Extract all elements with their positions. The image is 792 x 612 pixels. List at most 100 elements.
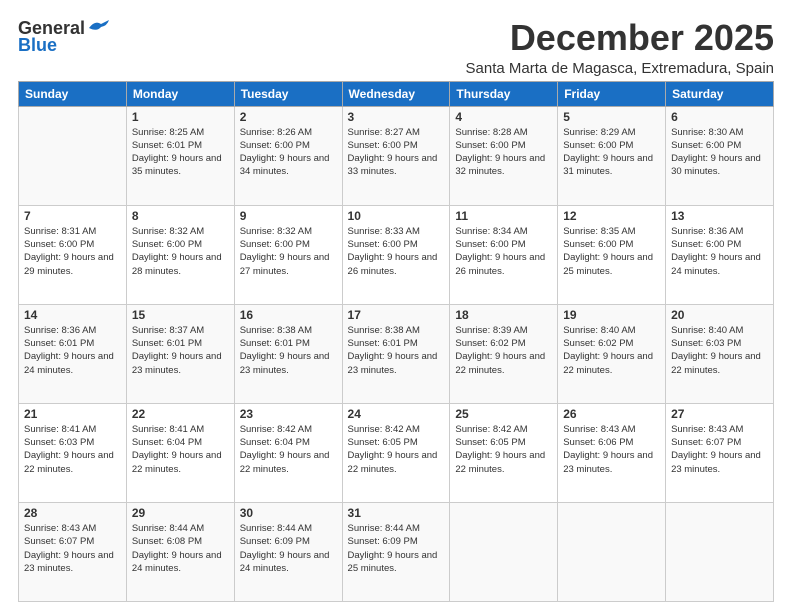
day-cell: 23 Sunrise: 8:42 AMSunset: 6:04 PMDaylig… bbox=[234, 403, 342, 502]
week-row-4: 28 Sunrise: 8:43 AMSunset: 6:07 PMDaylig… bbox=[19, 502, 774, 601]
logo: General Blue bbox=[18, 18, 109, 56]
day-cell: 18 Sunrise: 8:39 AMSunset: 6:02 PMDaylig… bbox=[450, 304, 558, 403]
day-info: Sunrise: 8:27 AMSunset: 6:00 PMDaylight:… bbox=[348, 127, 438, 178]
day-info: Sunrise: 8:38 AMSunset: 6:01 PMDaylight:… bbox=[348, 325, 438, 376]
day-info: Sunrise: 8:42 AMSunset: 6:05 PMDaylight:… bbox=[348, 424, 438, 475]
day-cell: 22 Sunrise: 8:41 AMSunset: 6:04 PMDaylig… bbox=[126, 403, 234, 502]
day-number: 28 bbox=[24, 506, 121, 520]
day-cell bbox=[666, 502, 774, 601]
day-number: 13 bbox=[671, 209, 768, 223]
day-info: Sunrise: 8:39 AMSunset: 6:02 PMDaylight:… bbox=[455, 325, 545, 376]
day-info: Sunrise: 8:43 AMSunset: 6:06 PMDaylight:… bbox=[563, 424, 653, 475]
day-info: Sunrise: 8:28 AMSunset: 6:00 PMDaylight:… bbox=[455, 127, 545, 178]
day-cell: 3 Sunrise: 8:27 AMSunset: 6:00 PMDayligh… bbox=[342, 106, 450, 205]
day-number: 26 bbox=[563, 407, 660, 421]
logo-bird-icon bbox=[87, 20, 109, 36]
header-row: Sunday Monday Tuesday Wednesday Thursday… bbox=[19, 81, 774, 106]
header-thursday: Thursday bbox=[450, 81, 558, 106]
day-number: 30 bbox=[240, 506, 337, 520]
logo-blue: Blue bbox=[18, 35, 57, 56]
day-number: 21 bbox=[24, 407, 121, 421]
day-number: 24 bbox=[348, 407, 445, 421]
day-cell: 15 Sunrise: 8:37 AMSunset: 6:01 PMDaylig… bbox=[126, 304, 234, 403]
day-info: Sunrise: 8:42 AMSunset: 6:05 PMDaylight:… bbox=[455, 424, 545, 475]
day-cell: 24 Sunrise: 8:42 AMSunset: 6:05 PMDaylig… bbox=[342, 403, 450, 502]
day-number: 23 bbox=[240, 407, 337, 421]
day-number: 11 bbox=[455, 209, 552, 223]
day-cell: 20 Sunrise: 8:40 AMSunset: 6:03 PMDaylig… bbox=[666, 304, 774, 403]
day-number: 18 bbox=[455, 308, 552, 322]
day-cell: 29 Sunrise: 8:44 AMSunset: 6:08 PMDaylig… bbox=[126, 502, 234, 601]
day-cell: 12 Sunrise: 8:35 AMSunset: 6:00 PMDaylig… bbox=[558, 205, 666, 304]
day-info: Sunrise: 8:30 AMSunset: 6:00 PMDaylight:… bbox=[671, 127, 761, 178]
day-info: Sunrise: 8:41 AMSunset: 6:04 PMDaylight:… bbox=[132, 424, 222, 475]
header-friday: Friday bbox=[558, 81, 666, 106]
day-number: 15 bbox=[132, 308, 229, 322]
day-number: 5 bbox=[563, 110, 660, 124]
week-row-2: 14 Sunrise: 8:36 AMSunset: 6:01 PMDaylig… bbox=[19, 304, 774, 403]
day-info: Sunrise: 8:44 AMSunset: 6:08 PMDaylight:… bbox=[132, 523, 222, 574]
day-info: Sunrise: 8:26 AMSunset: 6:00 PMDaylight:… bbox=[240, 127, 330, 178]
day-info: Sunrise: 8:38 AMSunset: 6:01 PMDaylight:… bbox=[240, 325, 330, 376]
day-info: Sunrise: 8:32 AMSunset: 6:00 PMDaylight:… bbox=[240, 226, 330, 277]
day-cell: 7 Sunrise: 8:31 AMSunset: 6:00 PMDayligh… bbox=[19, 205, 127, 304]
day-info: Sunrise: 8:44 AMSunset: 6:09 PMDaylight:… bbox=[240, 523, 330, 574]
day-number: 10 bbox=[348, 209, 445, 223]
day-number: 17 bbox=[348, 308, 445, 322]
day-number: 7 bbox=[24, 209, 121, 223]
day-info: Sunrise: 8:40 AMSunset: 6:02 PMDaylight:… bbox=[563, 325, 653, 376]
day-cell: 17 Sunrise: 8:38 AMSunset: 6:01 PMDaylig… bbox=[342, 304, 450, 403]
day-info: Sunrise: 8:29 AMSunset: 6:00 PMDaylight:… bbox=[563, 127, 653, 178]
day-number: 3 bbox=[348, 110, 445, 124]
header-saturday: Saturday bbox=[666, 81, 774, 106]
day-cell: 31 Sunrise: 8:44 AMSunset: 6:09 PMDaylig… bbox=[342, 502, 450, 601]
day-cell: 6 Sunrise: 8:30 AMSunset: 6:00 PMDayligh… bbox=[666, 106, 774, 205]
day-number: 2 bbox=[240, 110, 337, 124]
day-cell: 13 Sunrise: 8:36 AMSunset: 6:00 PMDaylig… bbox=[666, 205, 774, 304]
day-cell: 26 Sunrise: 8:43 AMSunset: 6:06 PMDaylig… bbox=[558, 403, 666, 502]
day-number: 31 bbox=[348, 506, 445, 520]
day-cell: 10 Sunrise: 8:33 AMSunset: 6:00 PMDaylig… bbox=[342, 205, 450, 304]
day-number: 8 bbox=[132, 209, 229, 223]
calendar-table: Sunday Monday Tuesday Wednesday Thursday… bbox=[18, 81, 774, 602]
header: General Blue December 2025 Santa Marta d… bbox=[18, 18, 774, 77]
day-number: 6 bbox=[671, 110, 768, 124]
header-sunday: Sunday bbox=[19, 81, 127, 106]
day-cell bbox=[450, 502, 558, 601]
day-info: Sunrise: 8:33 AMSunset: 6:00 PMDaylight:… bbox=[348, 226, 438, 277]
day-number: 19 bbox=[563, 308, 660, 322]
day-cell: 27 Sunrise: 8:43 AMSunset: 6:07 PMDaylig… bbox=[666, 403, 774, 502]
day-info: Sunrise: 8:43 AMSunset: 6:07 PMDaylight:… bbox=[24, 523, 114, 574]
day-cell: 8 Sunrise: 8:32 AMSunset: 6:00 PMDayligh… bbox=[126, 205, 234, 304]
day-cell: 28 Sunrise: 8:43 AMSunset: 6:07 PMDaylig… bbox=[19, 502, 127, 601]
week-row-3: 21 Sunrise: 8:41 AMSunset: 6:03 PMDaylig… bbox=[19, 403, 774, 502]
day-cell: 16 Sunrise: 8:38 AMSunset: 6:01 PMDaylig… bbox=[234, 304, 342, 403]
day-cell: 19 Sunrise: 8:40 AMSunset: 6:02 PMDaylig… bbox=[558, 304, 666, 403]
week-row-1: 7 Sunrise: 8:31 AMSunset: 6:00 PMDayligh… bbox=[19, 205, 774, 304]
day-number: 22 bbox=[132, 407, 229, 421]
day-cell: 1 Sunrise: 8:25 AMSunset: 6:01 PMDayligh… bbox=[126, 106, 234, 205]
day-info: Sunrise: 8:32 AMSunset: 6:00 PMDaylight:… bbox=[132, 226, 222, 277]
day-info: Sunrise: 8:34 AMSunset: 6:00 PMDaylight:… bbox=[455, 226, 545, 277]
day-number: 9 bbox=[240, 209, 337, 223]
day-info: Sunrise: 8:42 AMSunset: 6:04 PMDaylight:… bbox=[240, 424, 330, 475]
location-title: Santa Marta de Magasca, Extremadura, Spa… bbox=[466, 60, 775, 77]
day-number: 4 bbox=[455, 110, 552, 124]
day-info: Sunrise: 8:25 AMSunset: 6:01 PMDaylight:… bbox=[132, 127, 222, 178]
day-cell: 21 Sunrise: 8:41 AMSunset: 6:03 PMDaylig… bbox=[19, 403, 127, 502]
day-info: Sunrise: 8:40 AMSunset: 6:03 PMDaylight:… bbox=[671, 325, 761, 376]
day-number: 14 bbox=[24, 308, 121, 322]
day-cell bbox=[558, 502, 666, 601]
day-info: Sunrise: 8:31 AMSunset: 6:00 PMDaylight:… bbox=[24, 226, 114, 277]
day-number: 20 bbox=[671, 308, 768, 322]
day-info: Sunrise: 8:36 AMSunset: 6:01 PMDaylight:… bbox=[24, 325, 114, 376]
header-wednesday: Wednesday bbox=[342, 81, 450, 106]
day-cell bbox=[19, 106, 127, 205]
day-cell: 14 Sunrise: 8:36 AMSunset: 6:01 PMDaylig… bbox=[19, 304, 127, 403]
calendar-page: General Blue December 2025 Santa Marta d… bbox=[0, 0, 792, 612]
day-cell: 5 Sunrise: 8:29 AMSunset: 6:00 PMDayligh… bbox=[558, 106, 666, 205]
day-number: 16 bbox=[240, 308, 337, 322]
day-number: 12 bbox=[563, 209, 660, 223]
header-tuesday: Tuesday bbox=[234, 81, 342, 106]
day-info: Sunrise: 8:37 AMSunset: 6:01 PMDaylight:… bbox=[132, 325, 222, 376]
